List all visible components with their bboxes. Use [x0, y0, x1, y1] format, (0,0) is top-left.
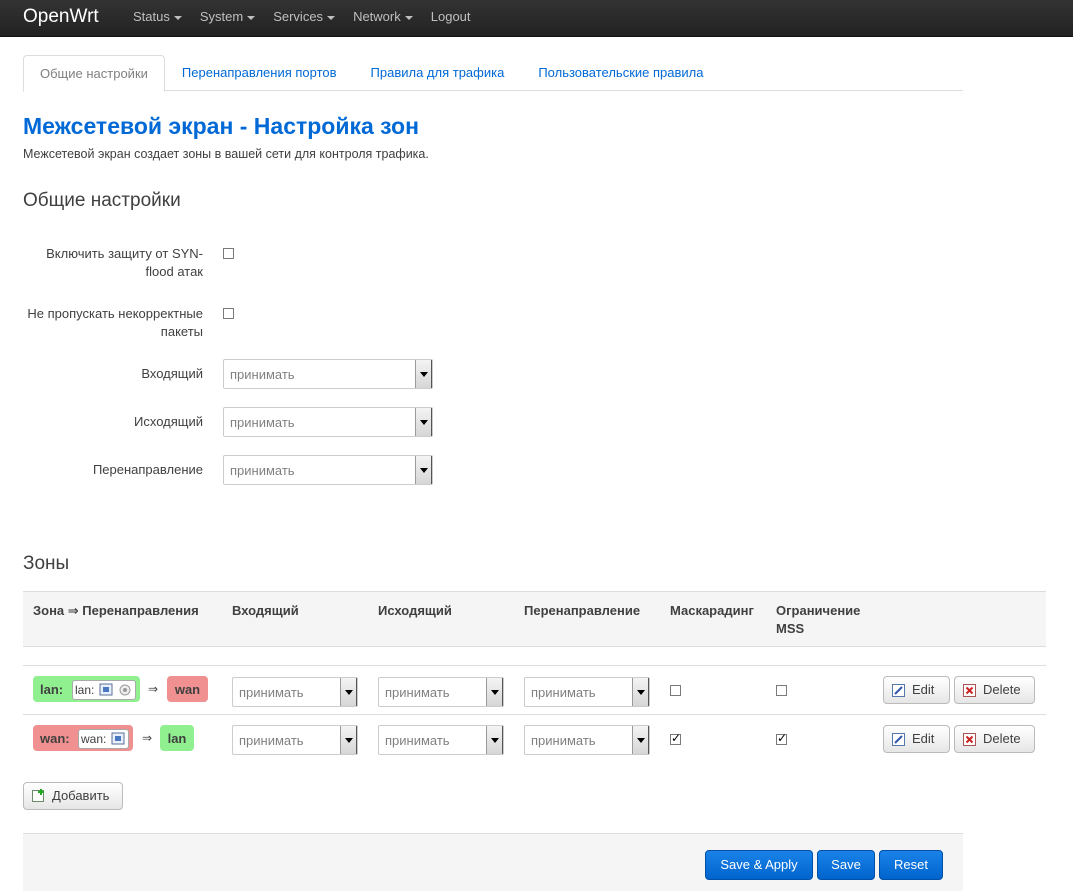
syn-flood-checkbox[interactable] — [223, 248, 234, 259]
zones-table-header: Зона ⇒ Перенаправления Входящий Исходящи… — [23, 591, 1046, 647]
input-policy-select[interactable]: принимать — [223, 359, 433, 389]
menu-services[interactable]: Services — [264, 0, 344, 37]
wifi-icon — [119, 684, 131, 696]
dropdown-arrow-icon — [486, 678, 503, 706]
masquerading-checkbox[interactable] — [670, 685, 681, 696]
network-list: wan: — [78, 729, 129, 749]
reset-button[interactable]: Reset — [879, 850, 943, 880]
zone-input-select[interactable]: принимать — [232, 725, 358, 755]
menu-system[interactable]: System — [191, 0, 264, 37]
save-button[interactable]: Save — [817, 850, 875, 880]
tab-general-settings[interactable]: Общие настройки — [23, 55, 165, 92]
forward-arrow: ⇒ — [148, 682, 159, 696]
zone-forward-select[interactable]: принимать — [524, 677, 650, 707]
dropdown-arrow-icon — [340, 726, 357, 754]
top-navbar: OpenWrt Status System Services Network L… — [0, 0, 1073, 37]
col-masquerading: Маскарадинг — [670, 603, 754, 618]
forward-target-wan: wan — [167, 676, 208, 702]
tab-bar: Общие настройки Перенаправления портов П… — [23, 55, 963, 92]
col-input: Входящий — [232, 603, 299, 618]
dropdown-arrow-icon — [415, 408, 432, 436]
add-zone-button[interactable]: Добавить — [23, 782, 123, 810]
mss-clamping-checkbox[interactable] — [776, 731, 787, 745]
col-output: Исходящий — [378, 603, 452, 618]
save-apply-button[interactable]: Save & Apply — [705, 850, 813, 880]
row-divider — [23, 714, 1046, 715]
input-policy-label: Входящий — [141, 366, 203, 381]
zone-output-select[interactable]: принимать — [378, 725, 504, 755]
syn-flood-label: Включить защиту от SYN-flood атак — [46, 246, 203, 279]
add-icon — [32, 789, 44, 802]
dropdown-arrow-icon — [486, 726, 503, 754]
zone-forward-select[interactable]: принимать — [524, 725, 650, 755]
delete-icon — [963, 733, 976, 746]
zones-heading: Зоны — [23, 553, 70, 574]
forward-target-lan: lan — [160, 725, 194, 751]
dropdown-arrow-icon — [632, 726, 649, 754]
general-settings-heading: Общие настройки — [23, 190, 181, 211]
page-description: Межсетевой экран создает зоны в вашей се… — [23, 147, 429, 161]
menu-network[interactable]: Network — [344, 0, 422, 37]
delete-icon — [963, 684, 976, 697]
forward-arrow: ⇒ — [142, 731, 153, 745]
page-title: Межсетевой экран - Настройка зон — [23, 113, 419, 139]
col-mss-clamping: Ограничение MSS — [776, 603, 861, 636]
main-menu: Status System Services Network Logout — [124, 0, 480, 37]
delete-button[interactable]: Delete — [954, 676, 1035, 704]
drop-invalid-checkbox[interactable] — [223, 308, 234, 319]
dropdown-arrow-icon — [632, 678, 649, 706]
mss-clamping-checkbox[interactable] — [776, 685, 787, 696]
output-policy-label: Исходящий — [134, 414, 203, 429]
masquerading-checkbox[interactable] — [670, 731, 681, 745]
tab-traffic-rules[interactable]: Правила для трафика — [354, 55, 522, 91]
drop-invalid-label: Не пропускать некорректные пакеты — [27, 306, 203, 339]
delete-button[interactable]: Delete — [954, 725, 1035, 753]
chevron-down-icon — [327, 15, 336, 20]
chevron-down-icon — [173, 15, 182, 20]
edit-button[interactable]: Edit — [883, 676, 950, 704]
dropdown-arrow-icon — [415, 360, 432, 388]
edit-icon — [892, 684, 905, 697]
edit-button[interactable]: Edit — [883, 725, 950, 753]
zone-output-select[interactable]: принимать — [378, 677, 504, 707]
forward-policy-label: Перенаправление — [92, 462, 203, 477]
network-list: lan: — [72, 680, 136, 700]
zone-input-select[interactable]: принимать — [232, 677, 358, 707]
output-policy-select[interactable]: принимать — [223, 407, 433, 437]
tab-custom-rules[interactable]: Пользовательские правила — [521, 55, 720, 91]
menu-logout[interactable]: Logout — [422, 0, 480, 37]
zone-badge-lan: lan: lan: — [33, 676, 140, 702]
menu-status[interactable]: Status — [124, 0, 191, 37]
chevron-down-icon — [404, 15, 413, 20]
ethernet-icon — [111, 732, 125, 745]
col-zone: Зона ⇒ Перенаправления — [33, 603, 199, 618]
dropdown-arrow-icon — [340, 678, 357, 706]
chevron-down-icon — [247, 15, 256, 20]
ethernet-icon — [99, 683, 113, 696]
zone-badge-wan: wan: wan: — [33, 725, 133, 751]
forward-policy-select[interactable]: принимать — [223, 455, 433, 485]
dropdown-arrow-icon — [415, 456, 432, 484]
row-divider — [23, 665, 1046, 666]
brand-logo[interactable]: OpenWrt — [23, 6, 99, 28]
tab-port-forwards[interactable]: Перенаправления портов — [165, 55, 354, 91]
edit-icon — [892, 733, 905, 746]
col-forward: Перенаправление — [524, 603, 641, 618]
